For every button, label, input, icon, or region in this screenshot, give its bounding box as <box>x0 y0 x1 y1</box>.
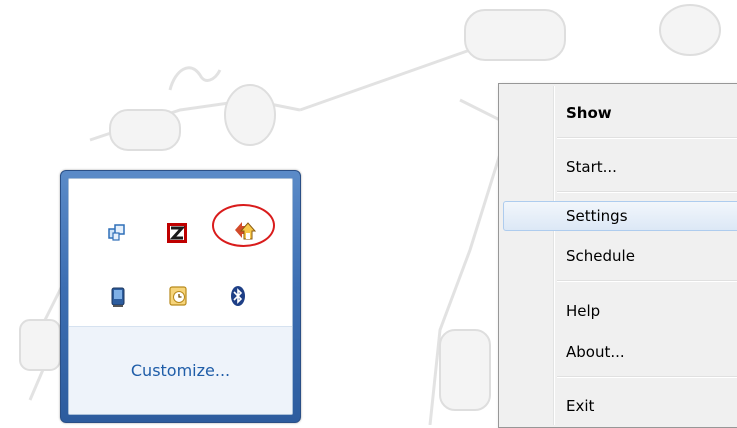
menu-separator <box>557 137 737 139</box>
menu-item-help[interactable]: Help <box>501 296 737 326</box>
filezilla-icon[interactable] <box>166 222 188 244</box>
menu-item-show[interactable]: Show <box>501 98 737 128</box>
menu-separator <box>557 191 737 193</box>
menu-item-settings[interactable]: Settings <box>503 201 737 231</box>
bluetooth-icon[interactable] <box>230 285 246 307</box>
menu-separator <box>557 280 737 282</box>
tray-flyout-footer: Customize... <box>69 326 292 414</box>
menu-item-exit[interactable]: Exit <box>501 391 737 421</box>
clock-calendar-icon[interactable] <box>168 285 188 307</box>
menu-item-about[interactable]: About... <box>501 337 737 367</box>
highlight-circle <box>212 204 275 247</box>
tray-overflow-flyout: Customize... <box>60 170 301 423</box>
menu-item-schedule[interactable]: Schedule <box>501 241 737 271</box>
menu-separator <box>557 376 737 378</box>
tray-icon-grid <box>69 179 292 328</box>
device-icon[interactable] <box>109 286 127 308</box>
customize-link[interactable]: Customize... <box>131 361 230 380</box>
tray-context-menu: Show Start... Settings Schedule Help Abo… <box>498 83 737 428</box>
network-windows-icon[interactable] <box>107 223 127 243</box>
tray-flyout-body: Customize... <box>68 178 293 415</box>
menu-item-start[interactable]: Start... <box>501 152 737 182</box>
